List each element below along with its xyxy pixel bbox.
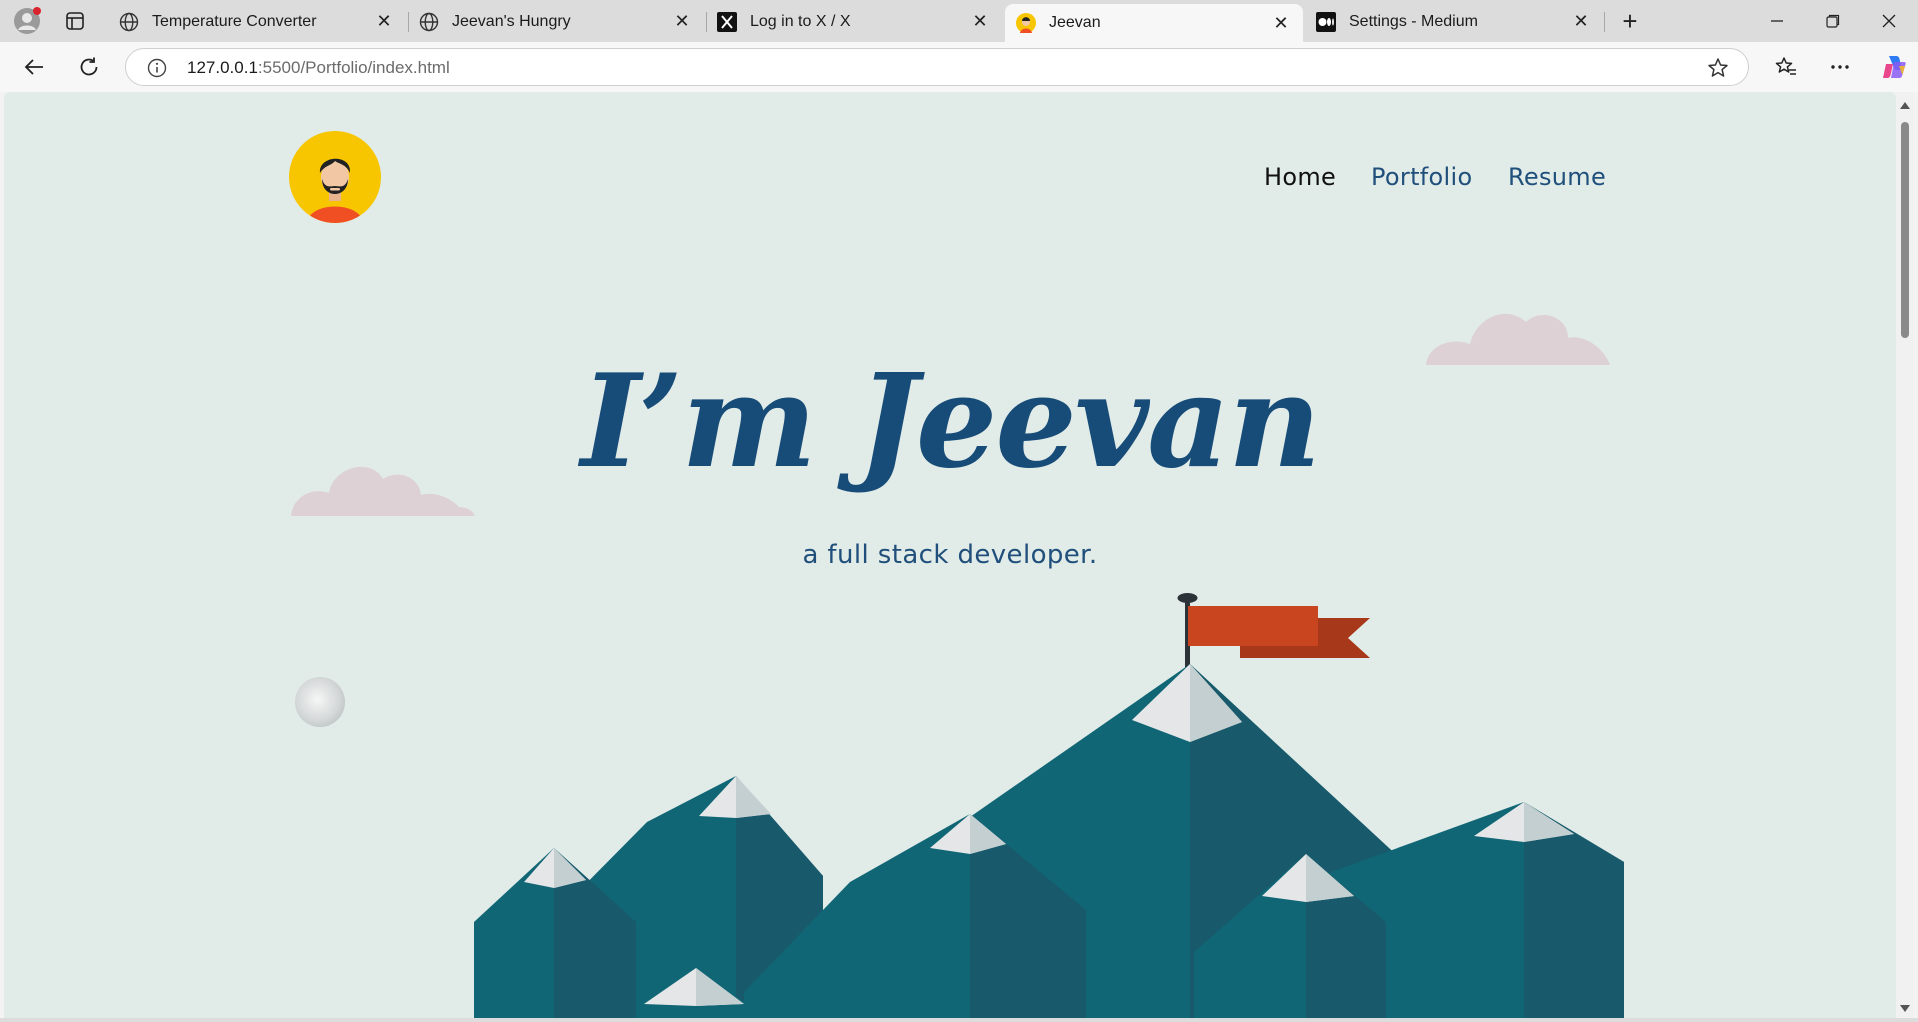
- close-tab-icon[interactable]: ✕: [372, 10, 396, 34]
- hero-subtitle: a full stack developer.: [802, 540, 1098, 570]
- scroll-thumb[interactable]: [1901, 122, 1909, 338]
- refresh-button[interactable]: [72, 50, 106, 84]
- globe-icon: [418, 11, 440, 33]
- scroll-up-arrow[interactable]: [1900, 102, 1910, 109]
- url-host: 127.0.0.1: [187, 58, 258, 77]
- site-info-icon[interactable]: [146, 57, 168, 79]
- medium-logo-icon: [1315, 11, 1337, 33]
- tab-title: Jeevan: [1049, 14, 1101, 31]
- tab-settings-medium[interactable]: Settings - Medium ✕: [1305, 4, 1603, 39]
- new-tab-button[interactable]: +: [1615, 6, 1645, 36]
- copilot-icon[interactable]: [1877, 50, 1911, 84]
- mountains-illustration: [474, 593, 1624, 1018]
- more-options-icon[interactable]: [1823, 50, 1857, 84]
- close-window-button[interactable]: [1866, 6, 1912, 36]
- tab-title: Temperature Converter: [152, 12, 317, 30]
- page-viewport: Home Portfolio Resume I’m Jeevan a full …: [4, 92, 1896, 1018]
- close-tab-icon[interactable]: ✕: [1569, 10, 1593, 34]
- url-path: :5500/Portfolio/index.html: [257, 58, 450, 77]
- globe-icon: [118, 11, 140, 33]
- close-tab-icon[interactable]: ✕: [670, 10, 694, 34]
- tab-log-in-to-x[interactable]: Log in to X / X ✕: [706, 4, 1002, 39]
- profile-icon[interactable]: [12, 6, 42, 36]
- bubble-decoration: [295, 677, 345, 727]
- tab-title: Log in to X / X: [750, 12, 851, 30]
- tab-jeevans-hungry[interactable]: Jeevan's Hungry ✕: [408, 4, 704, 39]
- hero-title: I’m Jeevan: [580, 347, 1321, 497]
- tab-strip: Temperature Converter ✕ Jeevan's Hungry …: [0, 0, 1918, 42]
- url-text: 127.0.0.1:5500/Portfolio/index.html: [187, 58, 450, 78]
- address-bar[interactable]: 127.0.0.1:5500/Portfolio/index.html: [125, 48, 1749, 86]
- close-tab-icon[interactable]: ✕: [968, 10, 992, 34]
- flag: [1177, 593, 1370, 668]
- minimize-button[interactable]: [1754, 6, 1800, 36]
- avatar-favicon-icon: [1015, 12, 1037, 34]
- tab-jeevan[interactable]: Jeevan ✕: [1005, 4, 1303, 42]
- restore-button[interactable]: [1810, 6, 1856, 36]
- favorite-star-icon[interactable]: [1706, 56, 1730, 80]
- browser-toolbar: 127.0.0.1:5500/Portfolio/index.html: [0, 42, 1918, 92]
- nav-resume-link[interactable]: Resume: [1508, 163, 1606, 191]
- favorites-icon[interactable]: [1769, 50, 1803, 84]
- nav-portfolio-link[interactable]: Portfolio: [1371, 163, 1472, 191]
- tab-actions-icon[interactable]: [60, 6, 90, 36]
- tab-title: Settings - Medium: [1349, 12, 1478, 30]
- x-logo-icon: [716, 11, 738, 33]
- nav-home-link[interactable]: Home: [1264, 163, 1336, 191]
- tab-title: Jeevan's Hungry: [452, 12, 571, 30]
- avatar-logo[interactable]: [289, 131, 381, 223]
- back-button[interactable]: [17, 50, 51, 84]
- tab-temperature-converter[interactable]: Temperature Converter ✕: [108, 4, 406, 39]
- tab-separator: [1604, 12, 1605, 32]
- scroll-down-arrow[interactable]: [1900, 1005, 1910, 1012]
- window-bottom-edge: [0, 1018, 1918, 1022]
- page-scrollbar[interactable]: [1896, 92, 1914, 1018]
- close-tab-icon[interactable]: ✕: [1269, 11, 1293, 35]
